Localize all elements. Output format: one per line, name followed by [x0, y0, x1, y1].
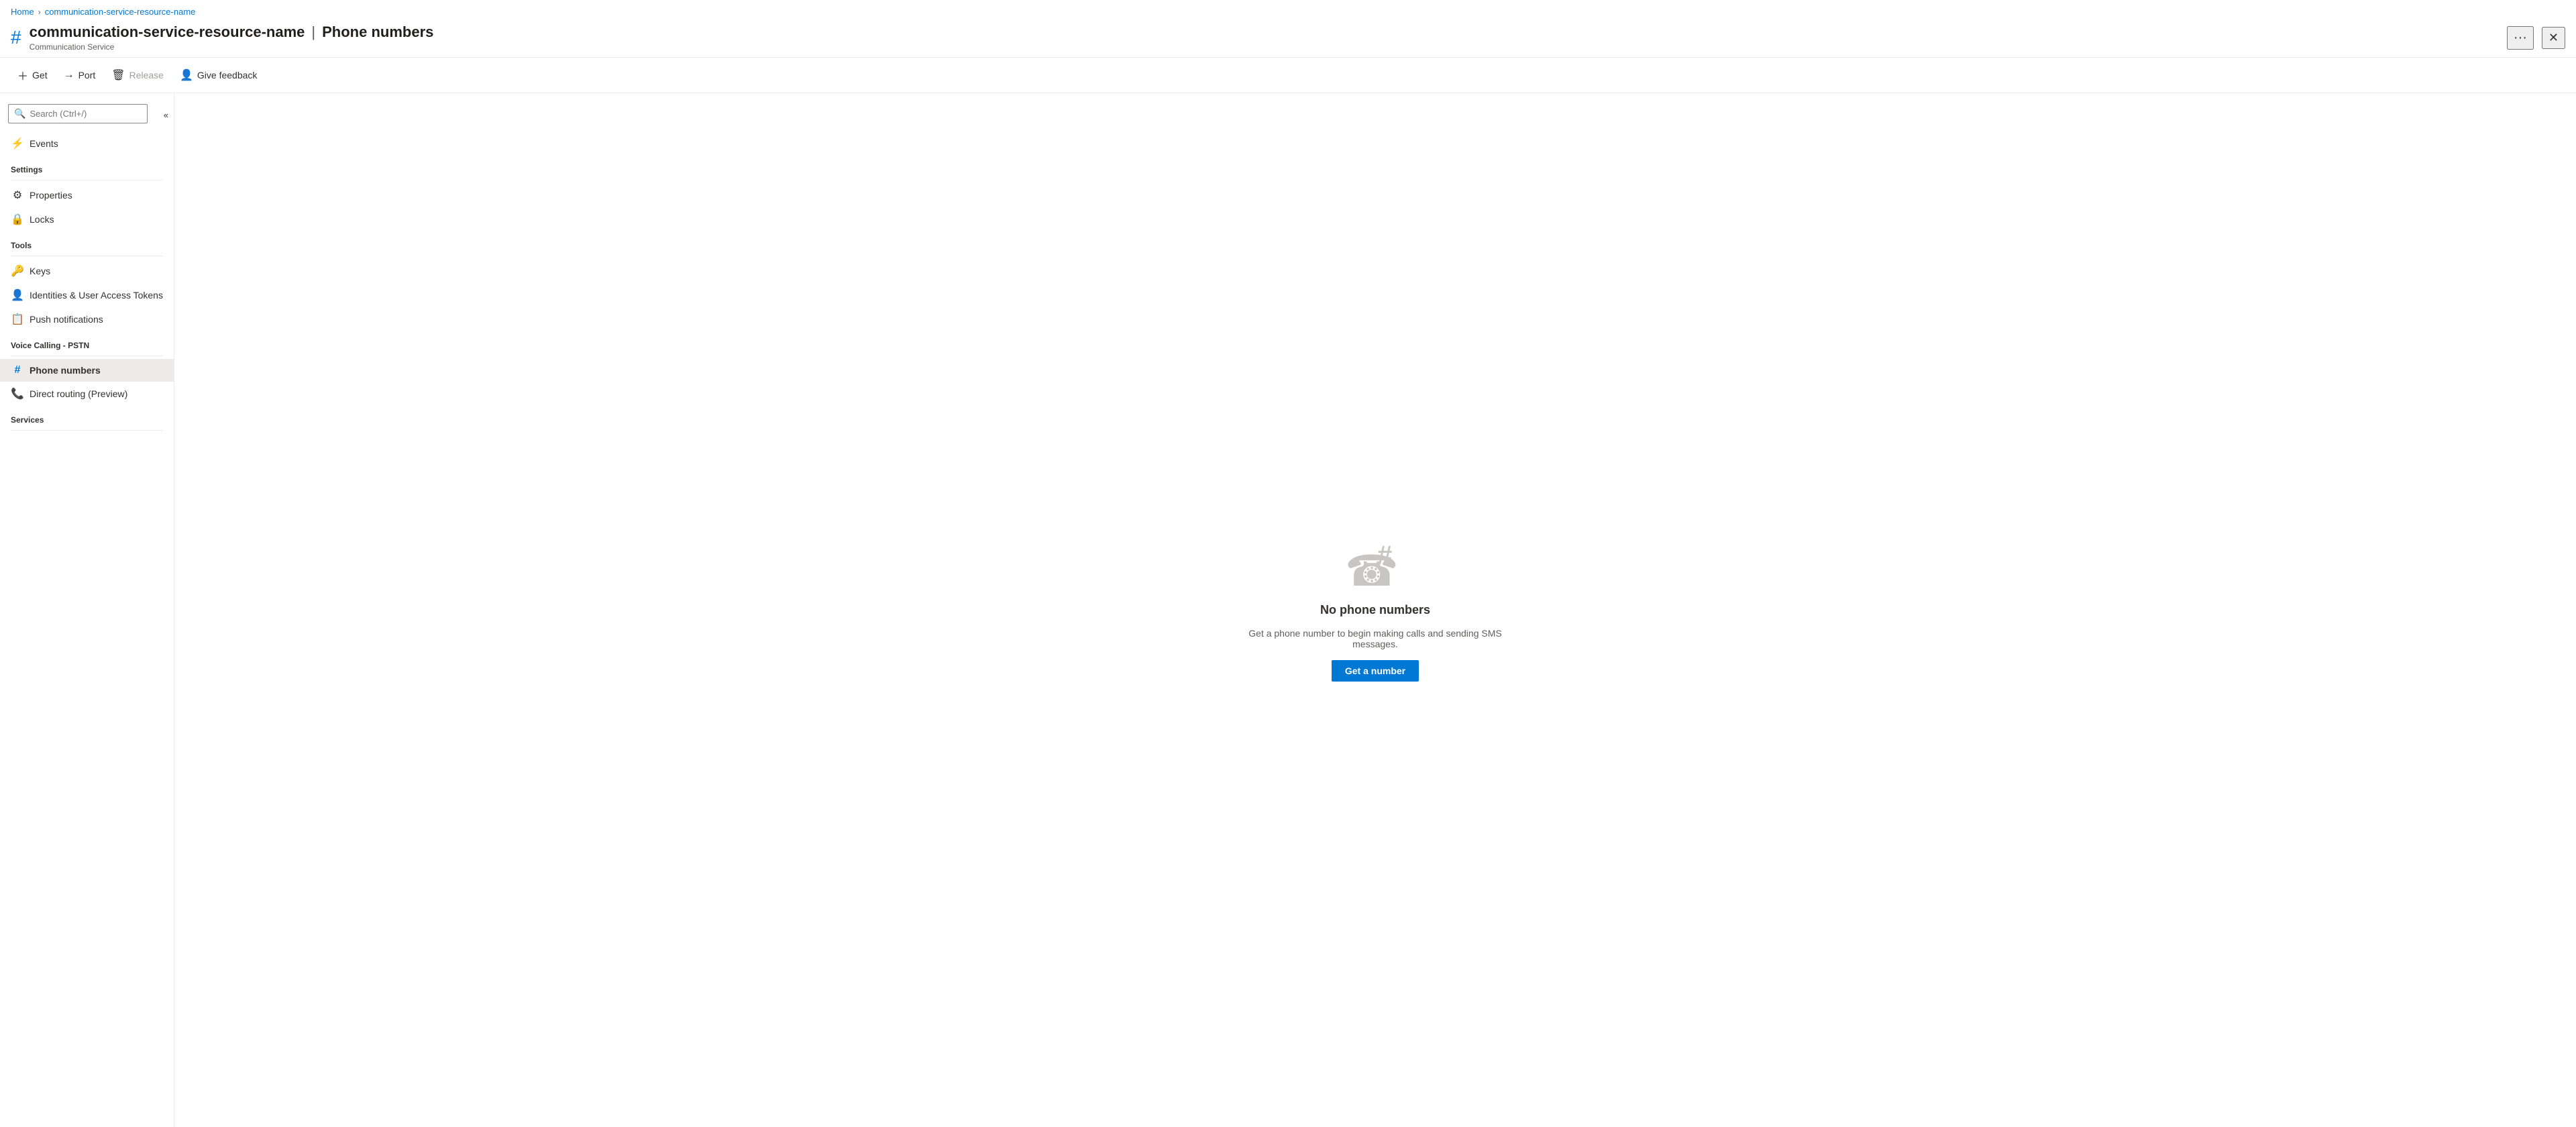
header-subtitle: Communication Service: [30, 42, 2499, 52]
collapse-button[interactable]: «: [158, 107, 174, 123]
sidebar-item-properties[interactable]: ⚙ Properties: [0, 183, 174, 207]
direct-routing-icon: 📞: [11, 387, 24, 400]
sidebar-item-label: Push notifications: [30, 314, 103, 325]
services-section-label: Services: [0, 406, 174, 427]
sidebar-item-label: Properties: [30, 190, 72, 201]
search-icon: 🔍: [14, 108, 25, 119]
svg-text:#: #: [1377, 541, 1392, 570]
empty-state-title: No phone numbers: [1320, 603, 1430, 617]
page-header: # communication-service-resource-name | …: [0, 21, 2576, 58]
sidebar-item-events[interactable]: ⚡ Events: [0, 131, 174, 156]
sidebar-item-label: Keys: [30, 266, 50, 276]
get-button[interactable]: ＋ Get: [11, 63, 54, 87]
tools-section-label: Tools: [0, 231, 174, 253]
sidebar-item-push[interactable]: 📋 Push notifications: [0, 307, 174, 331]
events-icon: ⚡: [11, 137, 24, 150]
layout: 🔍 « ⚡ Events Settings ⚙ Properties 🔒 Loc…: [0, 93, 2576, 1127]
empty-state-icon: ☎ #: [1345, 539, 1405, 592]
sidebar-item-keys[interactable]: 🔑 Keys: [0, 259, 174, 283]
feedback-icon: 👤: [180, 68, 193, 82]
more-options-button[interactable]: ···: [2507, 26, 2534, 50]
page-name: Phone numbers: [322, 23, 433, 41]
breadcrumb-separator: ›: [38, 7, 41, 17]
get-number-button[interactable]: Get a number: [1332, 660, 1419, 682]
sidebar-item-direct-routing[interactable]: 📞 Direct routing (Preview): [0, 382, 174, 406]
header-title-block: communication-service-resource-name | Ph…: [30, 23, 2499, 52]
resource-name: communication-service-resource-name: [30, 23, 305, 41]
toolbar: ＋ Get → Port 🗑 Release 👤 Give feedback: [0, 58, 2576, 93]
sidebar-item-label: Phone numbers: [30, 365, 101, 376]
identities-icon: 👤: [11, 288, 24, 302]
breadcrumb: Home › communication-service-resource-na…: [0, 0, 2576, 21]
feedback-label: Give feedback: [197, 70, 258, 80]
sidebar-item-label: Direct routing (Preview): [30, 388, 127, 399]
phone-numbers-icon: #: [11, 364, 24, 376]
keys-icon: 🔑: [11, 264, 24, 278]
port-label: Port: [78, 70, 96, 80]
empty-state: ☎ # No phone numbers Get a phone number …: [1208, 512, 1543, 708]
sidebar-item-identities[interactable]: 👤 Identities & User Access Tokens: [0, 283, 174, 307]
port-button[interactable]: → Port: [57, 65, 103, 85]
resource-icon: #: [11, 28, 21, 47]
search-input[interactable]: [30, 109, 141, 119]
phone-hash-svg: ☎ #: [1345, 539, 1405, 592]
settings-section-label: Settings: [0, 156, 174, 177]
title-divider: |: [311, 23, 315, 41]
search-row: 🔍 «: [0, 99, 174, 131]
empty-state-subtitle: Get a phone number to begin making calls…: [1234, 628, 1516, 649]
sidebar-item-phone-numbers[interactable]: # Phone numbers: [0, 359, 174, 382]
release-button[interactable]: 🗑 Release: [105, 64, 170, 86]
release-label: Release: [129, 70, 164, 80]
close-button[interactable]: ✕: [2542, 27, 2565, 49]
page-title: communication-service-resource-name | Ph…: [30, 23, 2499, 41]
port-icon: →: [64, 69, 74, 81]
services-divider: [11, 430, 163, 431]
breadcrumb-home[interactable]: Home: [11, 7, 34, 17]
get-icon: ＋: [17, 67, 28, 83]
search-box[interactable]: 🔍: [8, 104, 148, 123]
voice-section-label: Voice Calling - PSTN: [0, 331, 174, 353]
breadcrumb-resource[interactable]: communication-service-resource-name: [45, 7, 196, 17]
get-label: Get: [32, 70, 48, 80]
properties-icon: ⚙: [11, 189, 24, 202]
sidebar-item-locks[interactable]: 🔒 Locks: [0, 207, 174, 231]
locks-icon: 🔒: [11, 213, 24, 226]
main-content: ☎ # No phone numbers Get a phone number …: [174, 93, 2576, 1127]
feedback-button[interactable]: 👤 Give feedback: [173, 64, 264, 86]
sidebar-item-label: Events: [30, 138, 58, 149]
sidebar: 🔍 « ⚡ Events Settings ⚙ Properties 🔒 Loc…: [0, 93, 174, 1127]
sidebar-item-label: Locks: [30, 214, 54, 225]
release-icon: 🗑: [111, 68, 125, 82]
sidebar-item-label: Identities & User Access Tokens: [30, 290, 163, 301]
push-icon: 📋: [11, 313, 24, 326]
